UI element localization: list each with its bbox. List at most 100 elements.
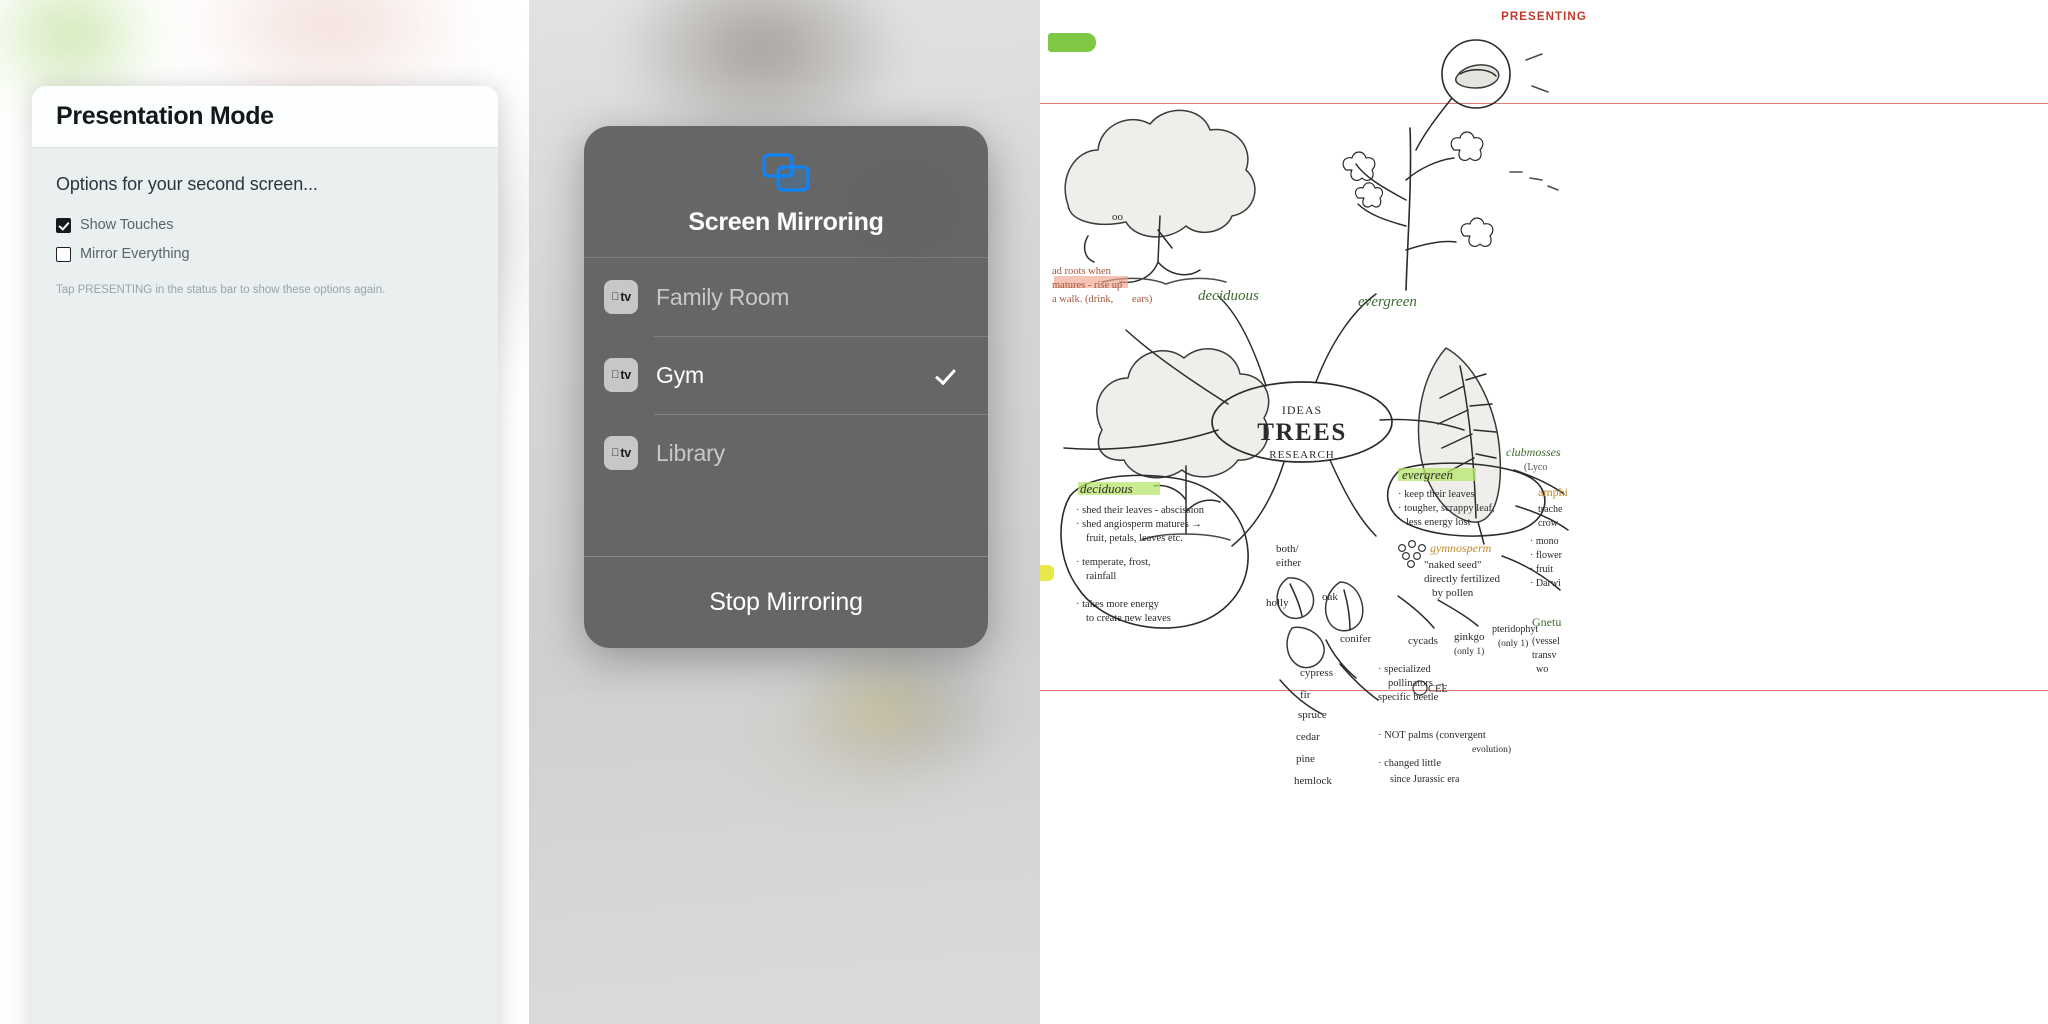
svg-text:· keep their leaves: · keep their leaves	[1398, 489, 1475, 500]
screen-mirroring-panel: Screen Mirroring  tv Family Room  tv G…	[529, 0, 1040, 1024]
apple-tv-text: tv	[616, 289, 631, 304]
pen-color-tab-yellow[interactable]	[1040, 565, 1054, 581]
sheet-subtitle: Options for your second screen...	[56, 174, 318, 194]
dialog-header: Screen Mirroring	[584, 126, 988, 258]
show-touches-checkbox[interactable]	[56, 217, 71, 233]
svg-text:cypress: cypress	[1300, 667, 1333, 679]
svg-text:(only 1): (only 1)	[1454, 646, 1484, 657]
svg-text:· Darwi: · Darwi	[1530, 578, 1561, 589]
svg-text:transv: transv	[1532, 650, 1556, 661]
presentation-mode-panel: Presentation Mode Options for your secon…	[0, 0, 529, 1024]
svg-text:· changed little: · changed little	[1378, 758, 1441, 769]
svg-text:gymnosperm: gymnosperm	[1430, 541, 1492, 555]
svg-text:either: either	[1276, 557, 1301, 569]
mindmap-drawing[interactable]: oo IDEAS TREES RESEARCH deciduous evergr…	[1040, 0, 2048, 1024]
svg-text:clubmosses: clubmosses	[1506, 445, 1561, 459]
sheet-body: Options for your second screen... Show T…	[32, 148, 498, 296]
apple-tv-text: tv	[616, 367, 631, 382]
svg-text:evolution): evolution)	[1472, 744, 1511, 755]
svg-text:· specialized: · specialized	[1378, 664, 1432, 675]
svg-text:less energy lost: less energy lost	[1406, 517, 1471, 528]
pen-color-tab-green[interactable]	[1048, 33, 1096, 52]
apple-tv-text: tv	[616, 445, 631, 460]
svg-text:(vessel: (vessel	[1532, 636, 1560, 647]
device-name: Gym	[656, 361, 704, 388]
svg-text:both/: both/	[1276, 543, 1300, 555]
svg-text:· mono: · mono	[1530, 536, 1559, 547]
mirror-everything-checkbox[interactable]	[56, 246, 71, 262]
svg-text:fir: fir	[1300, 689, 1311, 701]
svg-text:pteridophyt: pteridophyt	[1492, 624, 1538, 635]
svg-text:RESEARCH: RESEARCH	[1269, 449, 1334, 461]
svg-text:cycads: cycads	[1408, 635, 1438, 647]
apple-logo-glyph: 	[611, 447, 619, 459]
screen-mirroring-dialog: Screen Mirroring  tv Family Room  tv G…	[584, 126, 988, 648]
svg-text:to create new leaves: to create new leaves	[1086, 613, 1171, 624]
presentation-mode-sheet: Presentation Mode Options for your secon…	[32, 86, 498, 1024]
device-row-library[interactable]:  tv Library	[584, 414, 988, 492]
whiteboard-panel: PRESENTING oo IDEAS TREES RESEARCH decid…	[1040, 0, 2048, 1024]
dialog-title: Screen Mirroring	[688, 208, 884, 236]
option-show-touches[interactable]: Show Touches	[56, 217, 474, 233]
svg-text:amphi: amphi	[1538, 485, 1569, 499]
svg-text:deciduous: deciduous	[1080, 481, 1133, 496]
svg-text:matures - rise up: matures - rise up	[1052, 280, 1122, 291]
svg-text:oak: oak	[1322, 591, 1338, 603]
device-list:  tv Family Room  tv Gym 	[584, 258, 988, 556]
device-row-family-room[interactable]:  tv Family Room	[584, 258, 988, 336]
svg-text:(Lyco: (Lyco	[1524, 462, 1547, 473]
svg-text:evergreen: evergreen	[1402, 467, 1453, 482]
svg-text:trache: trache	[1538, 504, 1563, 515]
svg-text:· flower: · flower	[1530, 550, 1563, 561]
svg-text:ginkgo: ginkgo	[1454, 631, 1485, 643]
apple-logo-glyph: 	[611, 369, 619, 381]
svg-text:· tougher, scrappy leaf,: · tougher, scrappy leaf,	[1398, 503, 1495, 514]
checkmark-icon	[934, 364, 956, 386]
svg-text:· shed angiosperm matures →: · shed angiosperm matures →	[1076, 519, 1202, 530]
svg-text:oo: oo	[1112, 211, 1124, 223]
screenshot-stage: Presentation Mode Options for your secon…	[0, 0, 2048, 1024]
status-bar[interactable]: PRESENTING	[1040, 0, 2048, 34]
show-touches-label: Show Touches	[80, 217, 174, 233]
svg-text:holly: holly	[1266, 597, 1289, 609]
svg-text:fruit, petals, leaves etc.: fruit, petals, leaves etc.	[1086, 533, 1183, 544]
option-mirror-everything[interactable]: Mirror Everything	[56, 246, 474, 262]
svg-text:TREES: TREES	[1257, 419, 1346, 446]
screen-mirroring-icon	[758, 152, 814, 194]
svg-text:evergreen: evergreen	[1358, 294, 1417, 310]
apple-tv-icon:  tv	[604, 436, 638, 470]
svg-text:· takes more energy: · takes more energy	[1076, 599, 1160, 610]
svg-text:· shed their leaves - abscissi: · shed their leaves - abscission	[1076, 505, 1205, 516]
svg-text:spruce: spruce	[1298, 709, 1327, 721]
svg-text:hemlock: hemlock	[1294, 775, 1332, 787]
svg-text:· NOT palms (convergent: · NOT palms (convergent	[1378, 730, 1486, 741]
svg-text:by pollen: by pollen	[1432, 587, 1474, 599]
device-row-gym[interactable]:  tv Gym	[584, 336, 988, 414]
apple-tv-icon:  tv	[604, 358, 638, 392]
svg-text:wo: wo	[1536, 664, 1548, 675]
svg-text:ears): ears)	[1132, 294, 1153, 305]
svg-text:cedar: cedar	[1296, 731, 1320, 743]
svg-text:pine: pine	[1296, 753, 1315, 765]
svg-text:conifer: conifer	[1340, 633, 1371, 645]
device-name: Family Room	[656, 283, 790, 310]
device-name: Library	[656, 439, 725, 466]
svg-text:crow: crow	[1538, 518, 1559, 529]
svg-text:deciduous: deciduous	[1198, 288, 1259, 304]
status-badge[interactable]: PRESENTING	[1501, 11, 1587, 23]
svg-text:a walk. (drink,: a walk. (drink,	[1052, 294, 1113, 305]
page-title: Presentation Mode	[56, 102, 274, 130]
apple-tv-icon:  tv	[604, 280, 638, 314]
stop-mirroring-label: Stop Mirroring	[709, 588, 863, 616]
svg-text:(only 1): (only 1)	[1498, 638, 1528, 649]
sheet-header: Presentation Mode	[32, 86, 498, 148]
svg-text:"naked seed": "naked seed"	[1424, 559, 1482, 571]
svg-text:· fruit: · fruit	[1530, 564, 1553, 575]
svg-text:rainfall: rainfall	[1086, 571, 1116, 582]
apple-logo-glyph: 	[611, 291, 619, 303]
svg-text:since Jurassic era: since Jurassic era	[1390, 774, 1460, 785]
sheet-hint-text: Tap PRESENTING in the status bar to show…	[56, 284, 386, 296]
mirror-everything-label: Mirror Everything	[80, 246, 190, 262]
stop-mirroring-button[interactable]: Stop Mirroring	[584, 556, 988, 648]
svg-text:CEE: CEE	[1428, 684, 1448, 695]
